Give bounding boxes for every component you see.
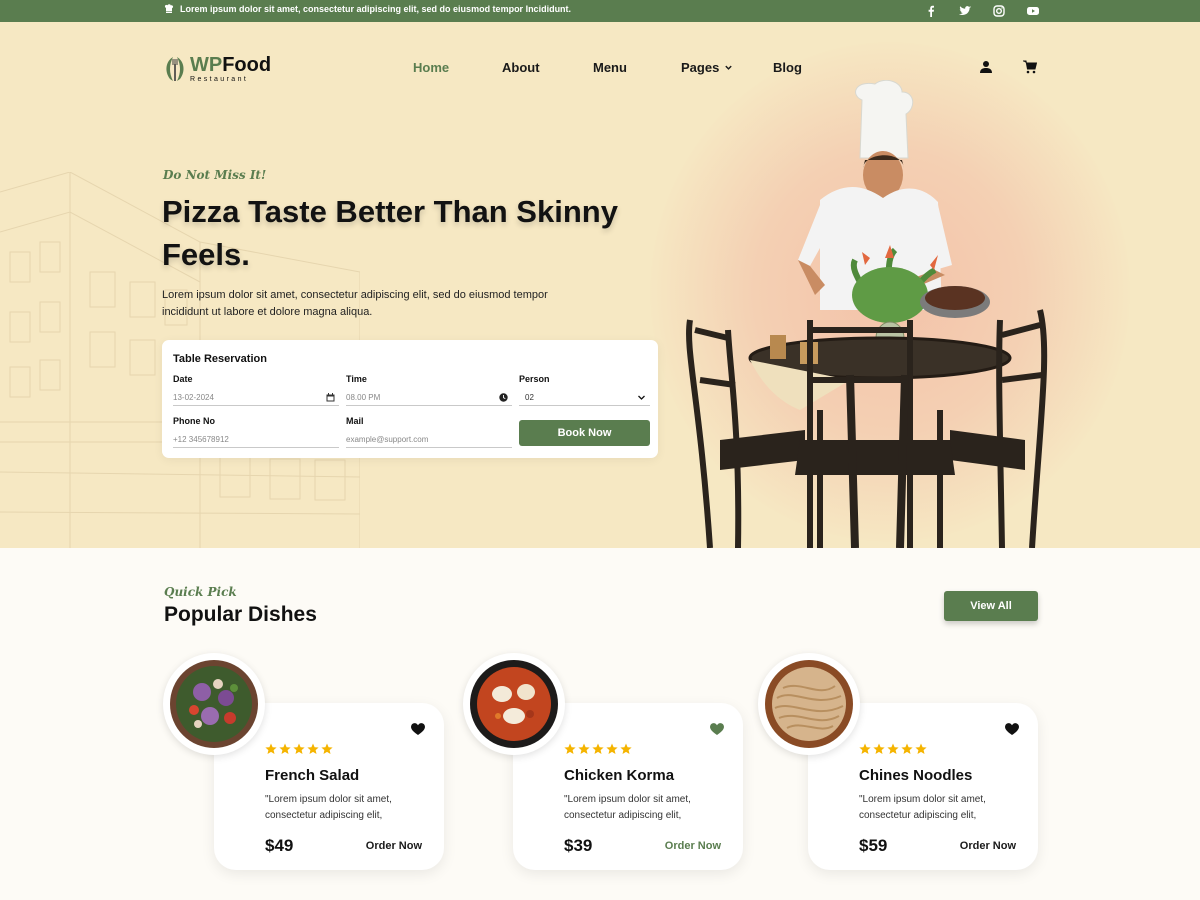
mail-field: Mail example@support.com [346,416,512,448]
top-bar-text: Lorem ipsum dolor sit amet, consectetur … [180,4,572,14]
person-field: Person 02 [519,374,650,406]
order-now-link[interactable]: Order Now [366,840,422,852]
dish-price: $49 [265,836,294,855]
leaf-fork-spoon-icon [166,57,184,81]
time-label: Time [346,374,367,384]
star-icon [915,743,927,754]
chef-table-illustration [686,80,1048,548]
star-icon [564,743,576,754]
star-icon [307,743,319,754]
dish-name: French Salad [265,767,360,784]
star-icon [293,743,305,754]
star-icon [887,743,899,754]
nav-blog[interactable]: Blog [773,60,802,75]
dish-description: "Lorem ipsum dolor sit amet, consectetur… [564,794,691,821]
heart-icon[interactable] [410,721,426,737]
date-value: 13-02-2024 [173,393,214,402]
person-select[interactable]: 02 [519,390,650,406]
phone-field: Phone No +12 345678912 [173,416,339,448]
star-icon [873,743,885,754]
clock-icon [499,393,508,402]
phone-input[interactable]: +12 345678912 [173,432,339,448]
facebook-icon[interactable] [924,4,938,18]
rating-stars [859,743,927,755]
star-icon [620,743,632,754]
table-reservation-form: Table Reservation Date 13-02-2024 Time 0… [162,340,658,458]
header-actions [979,60,1039,76]
star-icon [592,743,604,754]
cart-icon[interactable] [1023,60,1039,76]
rating-stars [265,743,333,755]
dish-description: "Lorem ipsum dolor sit amet, consectetur… [265,794,392,821]
chevron-down-icon [638,395,645,400]
nav-about[interactable]: About [502,60,540,75]
popular-eyebrow: Quick Pick [164,585,237,599]
hero-description: Lorem ipsum dolor sit amet, consectetur … [162,289,548,318]
date-field: Date 13-02-2024 [173,374,339,406]
dish-description: "Lorem ipsum dolor sit amet, consectetur… [859,794,986,821]
twitter-icon[interactable] [958,4,972,18]
star-icon [606,743,618,754]
star-icon [321,743,333,754]
phone-label: Phone No [173,416,215,426]
order-now-link[interactable]: Order Now [960,840,1016,852]
order-now-link[interactable]: Order Now [665,840,721,852]
youtube-icon[interactable] [1026,4,1040,18]
nav-pages-label: Pages [681,60,720,75]
heart-icon[interactable] [709,721,725,737]
dish-image-french-salad [163,653,265,755]
star-icon [265,743,277,754]
reservation-title: Table Reservation [173,353,267,365]
star-icon [578,743,590,754]
chevron-down-icon [725,65,733,70]
mail-label: Mail [346,416,364,426]
person-label: Person [519,374,550,384]
time-field: Time 08.00 PM [346,374,512,406]
star-icon [279,743,291,754]
instagram-icon[interactable] [992,4,1006,18]
nav-home[interactable]: Home [413,60,449,75]
top-bar: Lorem ipsum dolor sit amet, consectetur … [0,0,1200,22]
date-label: Date [173,374,193,384]
user-icon[interactable] [979,60,995,76]
dish-price: $59 [859,836,888,855]
person-value: 02 [525,393,534,402]
chef-hat-icon [164,4,174,13]
brand-prefix: WP [190,54,223,76]
brand-name: Food [222,54,272,76]
dish-name: Chines Noodles [859,767,973,784]
dish-name: Chicken Korma [564,767,675,784]
date-input[interactable]: 13-02-2024 [173,390,339,406]
book-now-button[interactable]: Book Now [519,420,650,446]
dish-price: $39 [564,836,593,855]
rating-stars [564,743,632,755]
star-icon [859,743,871,754]
view-all-button[interactable]: View All [944,591,1038,621]
time-value: 08.00 PM [346,393,381,402]
hero-eyebrow: Do Not Miss It! [163,168,267,182]
brand-tagline: Restaurant [190,76,249,83]
mail-input[interactable]: example@support.com [346,432,512,448]
hero-section: WPFood Restaurant Home About Menu Pages … [0,22,1200,548]
social-links [924,4,1040,18]
nav-pages[interactable]: Pages [681,60,733,75]
popular-title: Popular Dishes [164,603,317,626]
nav-menu[interactable]: Menu [593,60,627,75]
site-logo[interactable]: WPFood Restaurant [164,55,271,83]
hero-title: Pizza Taste Better Than Skinny Feels. [162,194,618,272]
top-bar-message: Lorem ipsum dolor sit amet, consectetur … [164,4,571,14]
mail-placeholder: example@support.com [346,435,429,444]
calendar-icon [326,393,335,402]
phone-placeholder: +12 345678912 [173,435,229,444]
dish-image-chines-noodles [758,653,860,755]
dish-image-chicken-korma [463,653,565,755]
heart-icon[interactable] [1004,721,1020,737]
star-icon [901,743,913,754]
time-input[interactable]: 08.00 PM [346,390,512,406]
